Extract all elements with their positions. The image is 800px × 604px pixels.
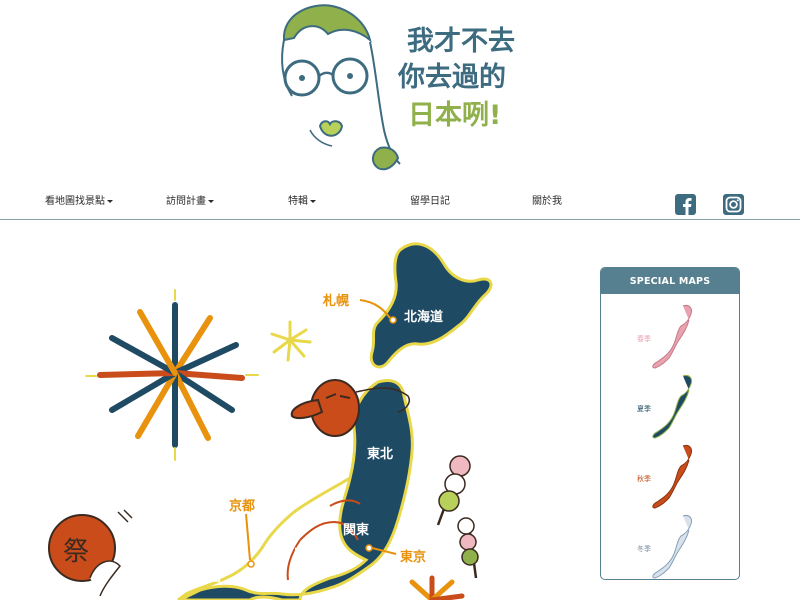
map-label-kanto[interactable]: 関東 (343, 522, 369, 538)
instagram-icon (725, 196, 742, 213)
logo-text-line3: 日本咧! (408, 100, 501, 131)
caret-down-icon (208, 199, 214, 203)
nav-item-label: 留學日記 (410, 196, 450, 207)
special-map-autumn[interactable]: 秋季 (601, 442, 739, 514)
instagram-button[interactable] (723, 194, 744, 215)
caret-down-icon (107, 199, 113, 203)
nav-item-label: 關於我 (532, 196, 562, 207)
special-map-summer[interactable]: 夏季 (601, 372, 739, 444)
special-maps-panel: SPECIAL MAPS 春季 夏季 秋季 冬季 (600, 267, 740, 580)
map-label-chugoku[interactable]: 中国 (195, 569, 221, 585)
japan-map-illustration: 祭 札幌 北海道 東北 関東 中部 京都 東京 中国 (48, 242, 493, 603)
nav-item-study-diary[interactable]: 留學日記 (410, 188, 450, 216)
season-label: 春季 (637, 335, 651, 343)
map-label-tohoku[interactable]: 東北 (367, 446, 393, 462)
facebook-icon (683, 198, 692, 215)
firework-icon (409, 575, 465, 603)
special-map-spring[interactable]: 春季 (601, 302, 739, 374)
map-label-hokkaido[interactable]: 北海道 (404, 309, 443, 325)
fan-character: 祭 (63, 537, 89, 567)
hokkaido-region[interactable] (369, 242, 493, 369)
nav-item-map-spots[interactable]: 看地圖找景點 (45, 188, 113, 216)
japan-map-icon (652, 305, 692, 369)
japan-map-icon (652, 375, 692, 439)
nav-item-about[interactable]: 關於我 (532, 188, 562, 216)
season-label: 秋季 (637, 475, 651, 483)
logo-text-line1: 我才不去 (407, 26, 515, 57)
caret-down-icon (310, 199, 316, 203)
japan-map-icon (652, 445, 692, 509)
dango-icon (457, 517, 479, 579)
season-label: 夏季 (637, 405, 651, 413)
site-logo[interactable]: 我才不去 你去過的 日本咧! (262, 0, 532, 180)
map-label-chubu[interactable]: 中部 (294, 545, 320, 561)
map-label-tokyo: 東京 (400, 549, 426, 565)
nav-item-visit-plan[interactable]: 訪問計畫 (166, 188, 214, 216)
nav-item-label: 特輯 (288, 196, 308, 207)
nav-item-label: 訪問計畫 (166, 196, 206, 207)
facebook-button[interactable] (675, 194, 696, 215)
logo-illustration: 我才不去 你去過的 日本咧! (281, 4, 515, 171)
special-map-winter[interactable]: 冬季 (601, 512, 739, 579)
sparkle-icon (270, 320, 312, 362)
japan-map: 祭 札幌 北海道 東北 関東 中部 京都 東京 中国 (0, 220, 590, 603)
special-maps-title: SPECIAL MAPS (601, 268, 739, 294)
festival-fan-icon: 祭 (48, 509, 133, 597)
map-label-sapporo: 札幌 (322, 293, 349, 309)
logo-text-line2: 你去過的 (397, 61, 506, 93)
site-header: 我才不去 你去過的 日本咧! (0, 0, 800, 190)
season-label: 冬季 (637, 545, 651, 553)
map-label-kyoto: 京都 (229, 498, 255, 514)
dango-icon (436, 455, 471, 526)
nav-item-label: 看地圖找景點 (45, 196, 105, 207)
japan-map-icon (652, 515, 692, 579)
nav-item-features[interactable]: 特輯 (288, 188, 316, 216)
firework-icon (85, 289, 259, 461)
